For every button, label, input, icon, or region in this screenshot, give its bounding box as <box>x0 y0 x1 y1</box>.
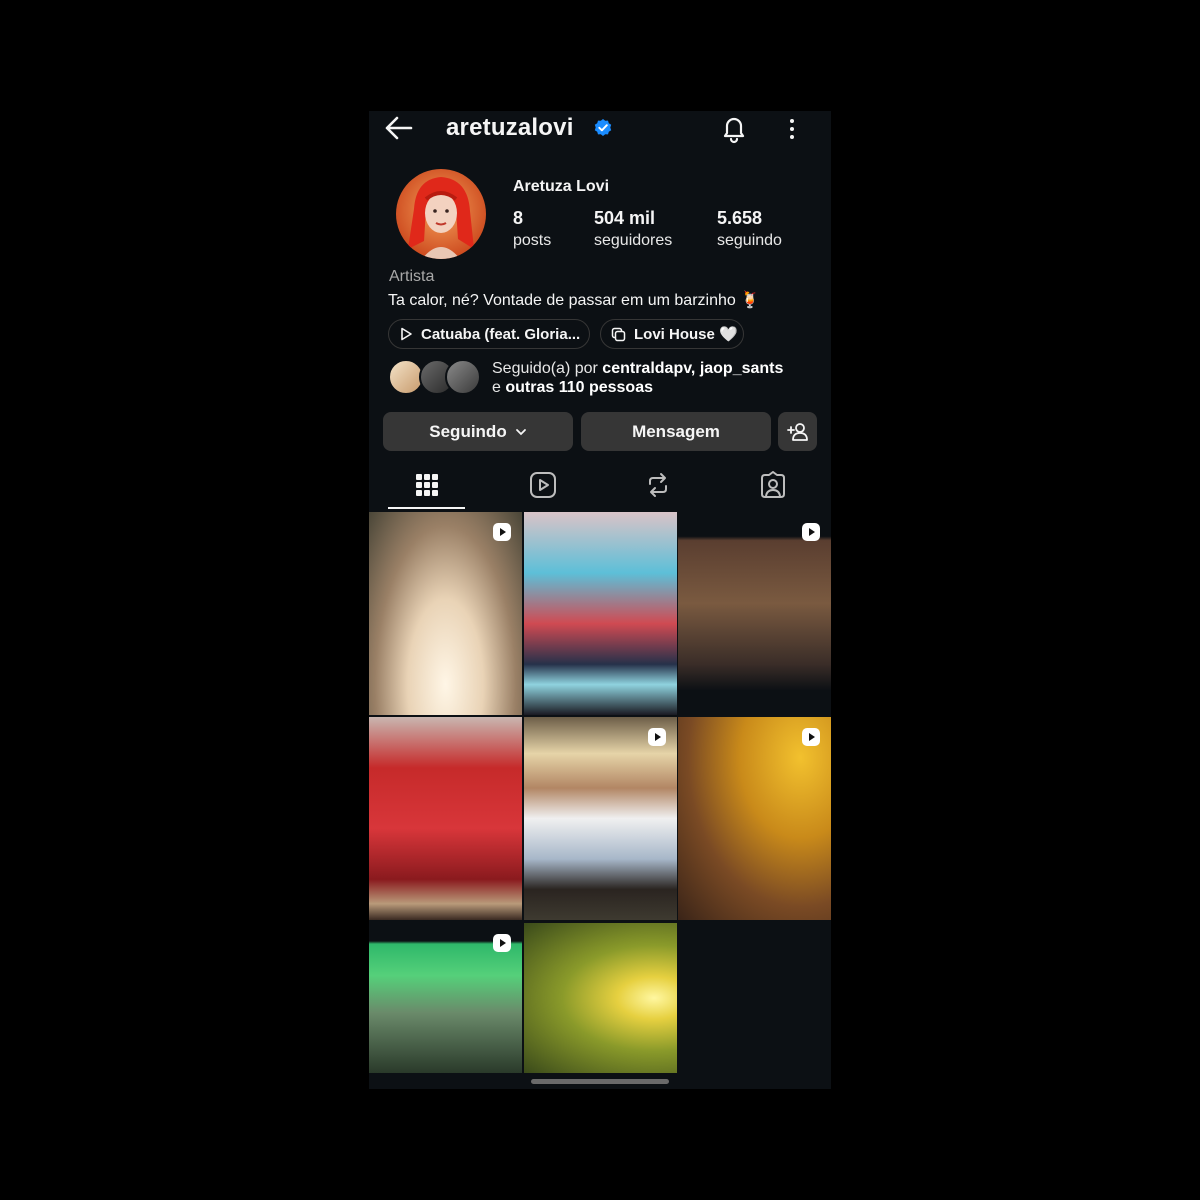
following-button-label: Seguindo <box>429 421 507 441</box>
stat-following-label: seguindo <box>717 232 782 249</box>
threads-link-pill[interactable]: Lovi House 🤍 <box>600 319 744 349</box>
followed-by-prefix: Seguido(a) por <box>492 360 603 377</box>
stat-posts-value: 8 <box>513 208 524 228</box>
add-user-button[interactable] <box>778 412 817 451</box>
add-user-icon <box>786 422 808 441</box>
following-button[interactable]: Seguindo <box>383 412 573 451</box>
stat-following[interactable]: 5.658 seguindo <box>717 208 782 250</box>
verified-badge-icon <box>594 119 612 136</box>
tab-tagged[interactable] <box>715 461 831 509</box>
arrow-left-icon[interactable] <box>383 115 413 141</box>
followed-by-text: Seguido(a) por centraldapv, jaop_sants e… <box>492 359 783 397</box>
follower-avatar <box>445 359 481 395</box>
grid-icon <box>416 474 438 496</box>
reel-badge-icon <box>648 728 666 746</box>
reels-icon <box>530 472 556 498</box>
post-thumbnail[interactable] <box>524 512 677 715</box>
tab-reels[interactable] <box>485 461 601 509</box>
tab-grid[interactable] <box>369 461 485 509</box>
stat-posts-label: posts <box>513 232 552 249</box>
stat-followers-value: 504 mil <box>594 208 656 228</box>
reel-badge-icon <box>802 523 820 541</box>
music-link-pill[interactable]: Catuaba (feat. Gloria... <box>388 319 590 349</box>
reel-badge-icon <box>493 523 511 541</box>
active-tab-indicator <box>388 507 465 509</box>
play-icon <box>401 327 412 341</box>
profile-bio: Ta calor, né? Vontade de passar em um ba… <box>388 292 761 309</box>
threads-link-label: Lovi House 🤍 <box>634 326 738 343</box>
followed-by[interactable]: Seguido(a) por centraldapv, jaop_sants e… <box>388 357 828 399</box>
post-thumbnail[interactable] <box>369 512 522 715</box>
post-thumbnail[interactable] <box>678 717 831 920</box>
display-name: Aretuza Lovi <box>513 178 610 195</box>
profile-category: Artista <box>389 268 435 285</box>
profile-avatar[interactable] <box>396 169 486 259</box>
followed-by-names[interactable]: centraldapv, jaop_sants <box>602 360 783 377</box>
stat-posts[interactable]: 8 posts <box>513 208 551 250</box>
tab-reposts[interactable] <box>600 461 716 509</box>
message-button-label: Mensagem <box>632 421 720 441</box>
stat-followers-label: seguidores <box>594 232 673 249</box>
threads-icon <box>611 327 626 341</box>
message-button[interactable]: Mensagem <box>581 412 771 451</box>
post-thumbnail[interactable] <box>369 923 522 1073</box>
home-indicator <box>531 1079 669 1084</box>
post-thumbnail[interactable] <box>524 923 677 1073</box>
stat-followers[interactable]: 504 mil seguidores <box>594 208 672 250</box>
stat-following-value: 5.658 <box>717 208 763 228</box>
chevron-down-icon <box>515 428 526 435</box>
more-vertical-icon[interactable] <box>783 117 801 141</box>
profile-username: aretuzalovi <box>446 114 574 141</box>
followed-by-others[interactable]: outras 110 pessoas <box>505 379 653 396</box>
post-thumbnail[interactable] <box>678 512 831 715</box>
tagged-icon <box>761 471 785 498</box>
reel-badge-icon <box>802 728 820 746</box>
reel-badge-icon <box>493 934 511 952</box>
post-thumbnail[interactable] <box>369 717 522 920</box>
post-thumbnail[interactable] <box>524 717 677 920</box>
bell-icon[interactable] <box>720 114 748 144</box>
followed-by-middle: e <box>492 379 506 396</box>
profile-tabs <box>369 461 831 511</box>
repost-icon <box>649 473 667 497</box>
top-bar: aretuzalovi <box>369 111 831 147</box>
profile-screen: aretuzalovi Aretuza Lovi 8 posts 504 mil… <box>369 111 831 1089</box>
music-link-label: Catuaba (feat. Gloria... <box>421 325 581 343</box>
